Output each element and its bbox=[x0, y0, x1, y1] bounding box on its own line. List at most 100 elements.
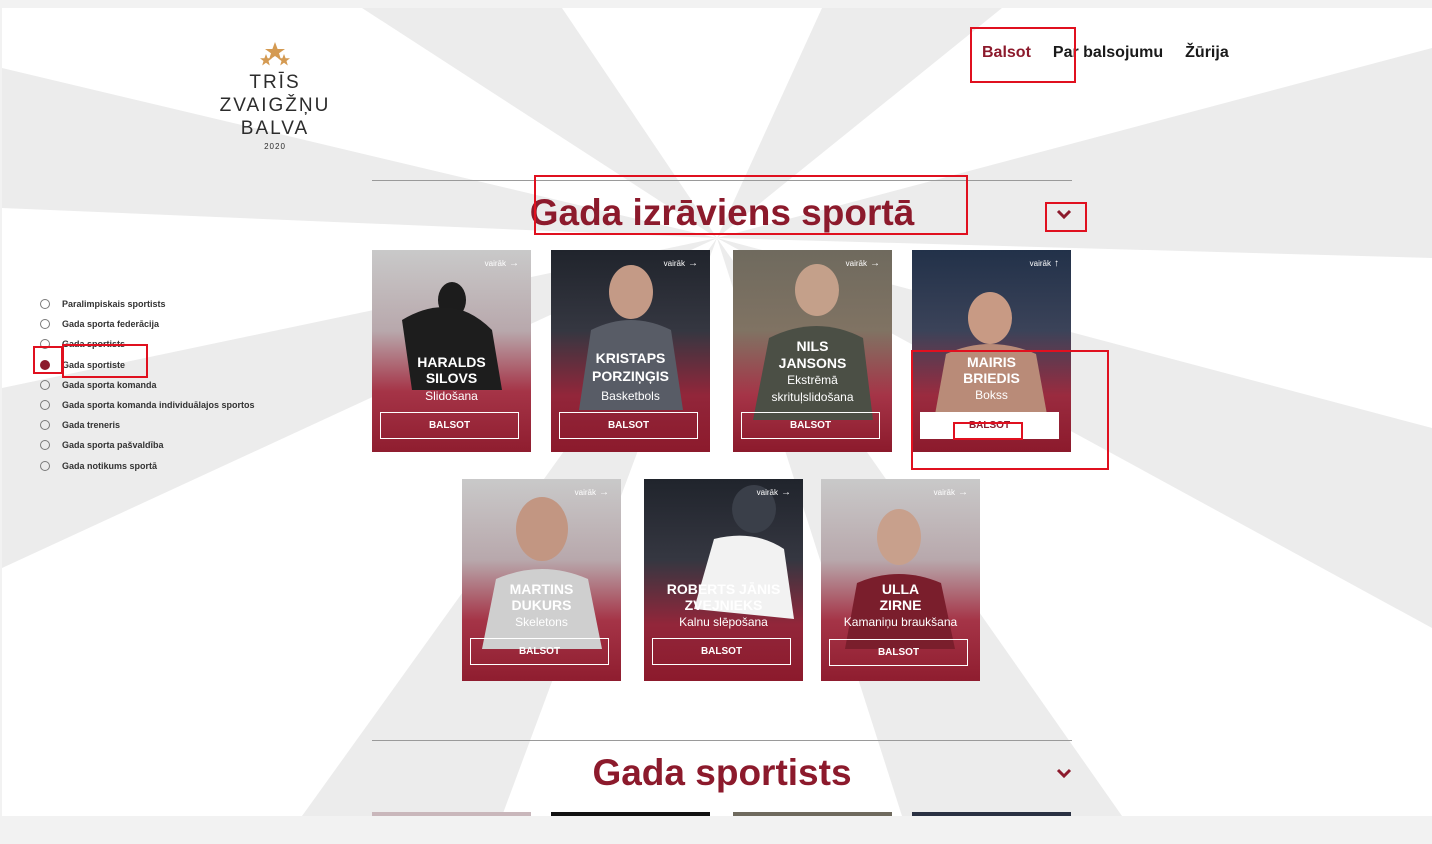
radio-button-selected[interactable] bbox=[40, 359, 50, 370]
sidebar-item-label: Paralimpiskais sportists bbox=[62, 299, 166, 310]
sidebar-item-label: Gada sporta pašvaldība bbox=[62, 440, 164, 451]
nominee-card: vairāk → NILS JANSONS Ekstrēmā skrituļsli… bbox=[733, 250, 892, 452]
arrow-right-icon: → bbox=[958, 487, 968, 498]
sidebar-item-event[interactable]: Gada notikums sportā bbox=[40, 456, 255, 476]
sidebar-item-federation[interactable]: Gada sporta federācija bbox=[40, 314, 255, 334]
vote-button[interactable]: BALSOT bbox=[380, 412, 519, 439]
nav-about-link[interactable]: Par balsojumu bbox=[1053, 44, 1163, 62]
nominee-name-first: MARTINS bbox=[509, 581, 574, 597]
sidebar-item-label: Gada sportiste bbox=[62, 359, 126, 370]
sidebar-item-label: Gada sporta federācija bbox=[62, 319, 160, 330]
arrow-right-icon: → bbox=[781, 487, 791, 498]
section-divider bbox=[372, 740, 1072, 741]
nominee-name-first: KRISTAPS bbox=[595, 350, 666, 366]
more-link[interactable]: vairāk → bbox=[575, 487, 609, 498]
section-divider bbox=[372, 180, 1072, 181]
logo-line-2: ZVAIGŽŅU bbox=[219, 95, 331, 116]
chevron-down-icon[interactable] bbox=[1056, 208, 1072, 220]
sidebar-item-label: Gada treneris bbox=[62, 420, 121, 431]
section-title-breakthrough: Gada izrāviens sportā bbox=[529, 192, 915, 233]
more-link[interactable]: vairāk → bbox=[934, 487, 968, 498]
more-link-label: vairāk bbox=[1029, 259, 1051, 268]
chevron-down-icon[interactable] bbox=[1056, 767, 1072, 779]
more-link[interactable]: vairāk ↑ bbox=[1030, 258, 1059, 269]
more-link-label: vairāk bbox=[574, 488, 596, 497]
card-preview bbox=[551, 812, 710, 816]
sidebar-item-coach[interactable]: Gada treneris bbox=[40, 415, 255, 435]
nominee-sport: Kamaniņu braukšana bbox=[843, 615, 958, 629]
radio-button[interactable] bbox=[40, 379, 50, 390]
sidebar-item-label: Gada sporta komanda individuālajos sport… bbox=[62, 400, 255, 411]
vote-button[interactable]: BALSOT bbox=[920, 412, 1059, 439]
more-link[interactable]: vairāk → bbox=[846, 258, 880, 269]
nominee-name-last: PORZIŅĢIS bbox=[591, 368, 669, 384]
arrow-up-icon: ↑ bbox=[1054, 258, 1059, 269]
logo-year: 2020 bbox=[264, 142, 286, 151]
more-link[interactable]: vairāk → bbox=[757, 487, 791, 498]
sidebar-item-label: Gada sporta komanda bbox=[62, 379, 157, 390]
sidebar-item-municipality[interactable]: Gada sporta pašvaldība bbox=[40, 435, 255, 455]
nominee-sport: Slidošana bbox=[425, 389, 478, 403]
radio-button[interactable] bbox=[40, 339, 50, 350]
sidebar-item-label: Gada sportists bbox=[62, 339, 126, 350]
arrow-right-icon: → bbox=[688, 258, 698, 269]
page: TRĪS ZVAIGŽŅU BALVA 2020 Balsot Par bals… bbox=[2, 8, 1432, 816]
nominee-card: vairāk → KRISTAPS PORZIŅĢIS Basketbols BA… bbox=[551, 250, 710, 452]
more-link-label: vairāk bbox=[933, 488, 955, 497]
logo-line-3: BALVA bbox=[240, 118, 310, 139]
nominee-name-first: ROBERTS JĀNIS bbox=[666, 581, 781, 597]
more-link-label: vairāk bbox=[756, 488, 778, 497]
nav-vote-link[interactable]: Balsot bbox=[982, 44, 1031, 62]
nominee-sport: Ekstrēmā bbox=[787, 373, 838, 387]
card-preview bbox=[372, 812, 531, 816]
nominee-sport: Basketbols bbox=[601, 389, 660, 403]
arrow-right-icon: → bbox=[599, 487, 609, 498]
nominee-card: vairāk → HARALDS SILOVS Slidošana BALSOT bbox=[372, 250, 531, 452]
radio-button[interactable] bbox=[40, 319, 50, 330]
sidebar-item-individual-team[interactable]: Gada sporta komanda individuālajos sport… bbox=[40, 395, 255, 415]
nominee-card: vairāk ↑ MAIRIS BRIEDIS Bokss BALSOT bbox=[912, 250, 1071, 452]
nominee-name-first: MAIRIS bbox=[967, 354, 1016, 370]
nav-jury-link[interactable]: Žūrija bbox=[1185, 44, 1229, 62]
nominee-card: vairāk → ROBERTS JĀNIS ZVEJNIEKS Kalnu sl… bbox=[644, 479, 803, 681]
vote-button[interactable]: BALSOT bbox=[829, 639, 968, 666]
star-icon bbox=[260, 42, 290, 66]
nominee-card: vairāk → ULLA ZIRNE Kamaniņu braukšana BA… bbox=[821, 479, 980, 681]
more-link[interactable]: vairāk → bbox=[485, 258, 519, 269]
more-link-label: vairāk bbox=[845, 259, 867, 268]
arrow-right-icon: → bbox=[509, 258, 519, 269]
nominee-name-last: DUKURS bbox=[511, 597, 572, 613]
nominee-name-last: ZVEJNIEKS bbox=[684, 597, 763, 613]
radio-button[interactable] bbox=[40, 440, 50, 451]
nominee-sport-line-2: skrituļslidošana bbox=[771, 390, 854, 404]
nominee-name-first: ULLA bbox=[881, 581, 920, 597]
more-link-label: vairāk bbox=[484, 259, 506, 268]
vote-button[interactable]: BALSOT bbox=[652, 638, 791, 665]
top-nav: Balsot Par balsojumu Žūrija bbox=[982, 44, 1229, 62]
vote-button[interactable]: BALSOT bbox=[741, 412, 880, 439]
vote-button[interactable]: BALSOT bbox=[559, 412, 698, 439]
section-title-sportsman: Gada sportists bbox=[592, 752, 852, 793]
logo[interactable]: TRĪS ZVAIGŽŅU BALVA 2020 bbox=[210, 41, 340, 151]
card-preview bbox=[733, 812, 892, 816]
radio-button[interactable] bbox=[40, 400, 50, 411]
more-link[interactable]: vairāk → bbox=[664, 258, 698, 269]
nominee-sport: Bokss bbox=[975, 388, 1008, 402]
nominee-name-last: SILOVS bbox=[425, 370, 478, 386]
sidebar-item-sportswoman[interactable]: Gada sportiste bbox=[40, 355, 255, 375]
arrow-right-icon: → bbox=[870, 258, 880, 269]
card-preview bbox=[912, 812, 1071, 816]
category-sidebar: Paralimpiskais sportists Gada sporta fed… bbox=[40, 294, 255, 476]
nominee-card: vairāk → MARTINS DUKURS Skeletons BALSOT bbox=[462, 479, 621, 681]
nominee-name-last: JANSONS bbox=[778, 355, 847, 371]
sidebar-item-team[interactable]: Gada sporta komanda bbox=[40, 375, 255, 395]
vote-button[interactable]: BALSOT bbox=[470, 638, 609, 665]
more-link-label: vairāk bbox=[663, 259, 685, 268]
logo-line-1: TRĪS bbox=[249, 72, 301, 93]
radio-button[interactable] bbox=[40, 420, 50, 431]
radio-button[interactable] bbox=[40, 299, 50, 310]
nominee-sport: Skeletons bbox=[515, 615, 568, 629]
radio-button[interactable] bbox=[40, 460, 50, 471]
sidebar-item-paralympic[interactable]: Paralimpiskais sportists bbox=[40, 294, 255, 314]
sidebar-item-sportsman[interactable]: Gada sportists bbox=[40, 334, 255, 354]
